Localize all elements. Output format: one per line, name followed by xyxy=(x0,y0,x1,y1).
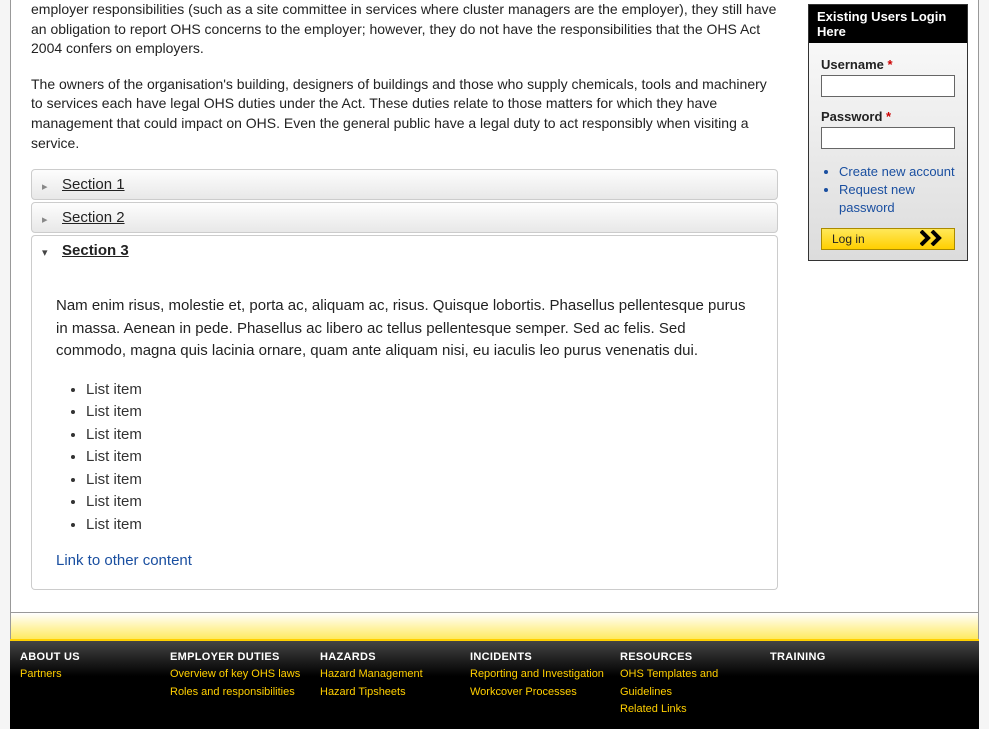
login-button[interactable]: Log in xyxy=(821,228,955,250)
request-password-link[interactable]: Request new password xyxy=(839,182,915,215)
list-item: List item xyxy=(86,379,753,402)
username-label: Username * xyxy=(821,57,955,72)
footer-link[interactable]: Roles and responsibilities xyxy=(170,684,316,702)
footer-heading: TRAINING xyxy=(770,651,916,663)
chevron-right-icon xyxy=(42,210,48,226)
footer-link[interactable]: Partners xyxy=(20,666,166,684)
accordion-title: Section 1 xyxy=(62,176,125,193)
footer-heading: ABOUT US xyxy=(20,651,166,663)
footer-link[interactable]: Workcover Processes xyxy=(470,684,616,702)
accordion-title: Section 3 xyxy=(62,242,129,259)
footer-heading: HAZARDS xyxy=(320,651,466,663)
footer: ABOUT US Partners EMPLOYER DUTIES Overvi… xyxy=(10,639,979,729)
accordion-body: Nam enim risus, molestie et, porta ac, a… xyxy=(31,265,778,590)
chevron-right-icon xyxy=(42,177,48,193)
accordion-title: Section 2 xyxy=(62,209,125,226)
footer-link[interactable]: Overview of key OHS laws xyxy=(170,666,316,684)
list-item: List item xyxy=(86,401,753,424)
chevron-down-icon xyxy=(42,243,48,259)
footer-link[interactable]: Hazard Tipsheets xyxy=(320,684,466,702)
login-title: Existing Users Login Here xyxy=(809,5,967,43)
section-paragraph: Nam enim risus, molestie et, porta ac, a… xyxy=(56,295,753,363)
login-box: Existing Users Login Here Username * Pas… xyxy=(808,4,968,261)
list-item: List item xyxy=(86,424,753,447)
intro-paragraph-2: The owners of the organisation's buildin… xyxy=(31,75,778,153)
login-button-label: Log in xyxy=(832,232,865,246)
footer-heading: EMPLOYER DUTIES xyxy=(170,651,316,663)
footer-link[interactable]: Reporting and Investigation xyxy=(470,666,616,684)
chevrons-right-icon xyxy=(920,230,950,246)
password-input[interactable] xyxy=(821,127,955,149)
list-item: List item xyxy=(86,469,753,492)
footer-heading: INCIDENTS xyxy=(470,651,616,663)
create-account-link[interactable]: Create new account xyxy=(839,164,955,179)
accordion-section-3[interactable]: Section 3 xyxy=(31,235,778,265)
list-item: List item xyxy=(86,491,753,514)
footer-link[interactable]: Hazard Management xyxy=(320,666,466,684)
list-item: List item xyxy=(86,514,753,537)
section-list: List item List item List item List item … xyxy=(86,379,753,537)
list-item: List item xyxy=(86,446,753,469)
accordion-section-1[interactable]: Section 1 xyxy=(31,169,778,200)
footer-link[interactable]: Related Links xyxy=(620,701,766,719)
username-input[interactable] xyxy=(821,75,955,97)
accordion-section-2[interactable]: Section 2 xyxy=(31,202,778,233)
footer-link[interactable]: OHS Templates and Guidelines xyxy=(620,666,766,701)
footer-divider xyxy=(10,613,979,639)
intro-paragraph-1: employer responsibilities (such as a sit… xyxy=(31,0,778,59)
footer-heading: RESOURCES xyxy=(620,651,766,663)
content-link[interactable]: Link to other content xyxy=(56,552,192,569)
password-label: Password * xyxy=(821,109,955,124)
